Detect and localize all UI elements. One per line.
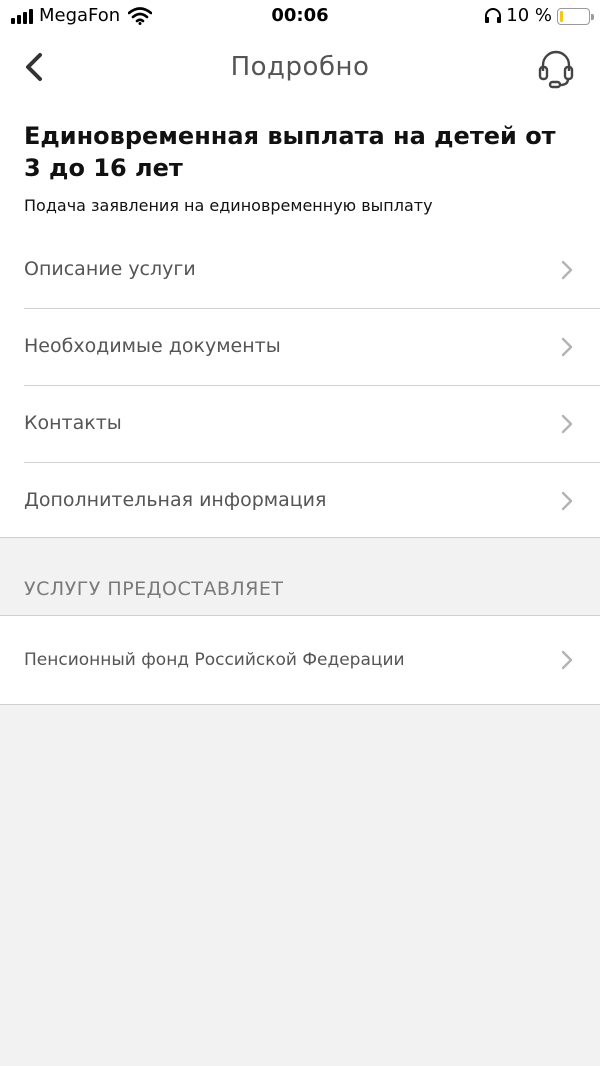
support-headset-icon[interactable] xyxy=(536,47,576,89)
menu-item-label: Описание услуги xyxy=(24,258,196,280)
section-header-provider: УСЛУГУ ПРЕДОСТАВЛЯЕТ xyxy=(24,578,284,600)
menu-item-contacts[interactable]: Контакты xyxy=(0,386,600,463)
page-title: Единовременная выплата на детей от 3 до … xyxy=(24,122,556,182)
menu-item-label: Необходимые документы xyxy=(24,335,281,357)
navigation-bar: Подробно xyxy=(0,32,600,104)
menu-item-documents[interactable]: Необходимые документы xyxy=(0,309,600,386)
service-menu: Описание услуги Необходимые документы Ко… xyxy=(0,232,600,540)
status-bar: MegaFon 00:06 10 % xyxy=(0,0,600,32)
battery-icon xyxy=(557,7,594,25)
chevron-right-icon xyxy=(561,260,573,280)
provider-label: Пенсионный фонд Российской Федерации xyxy=(24,650,405,670)
page-subtitle: Подача заявления на единовременную выпла… xyxy=(24,196,433,215)
section-divider xyxy=(0,704,600,705)
chevron-right-icon xyxy=(561,650,573,670)
menu-item-label: Дополнительная информация xyxy=(24,489,327,511)
chevron-right-icon xyxy=(561,414,573,434)
menu-item-label: Контакты xyxy=(24,412,122,434)
chevron-right-icon xyxy=(561,337,573,357)
battery-fill xyxy=(560,10,563,22)
headphones-icon xyxy=(485,8,502,23)
provider-item[interactable]: Пенсионный фонд Российской Федерации xyxy=(0,616,600,704)
battery-percent: 10 % xyxy=(506,5,552,26)
section-divider xyxy=(0,537,600,538)
chevron-right-icon xyxy=(561,491,573,511)
menu-item-description[interactable]: Описание услуги xyxy=(0,232,600,309)
menu-item-additional-info[interactable]: Дополнительная информация xyxy=(0,463,600,540)
status-right: 10 % xyxy=(484,5,594,27)
nav-title: Подробно xyxy=(230,52,370,82)
